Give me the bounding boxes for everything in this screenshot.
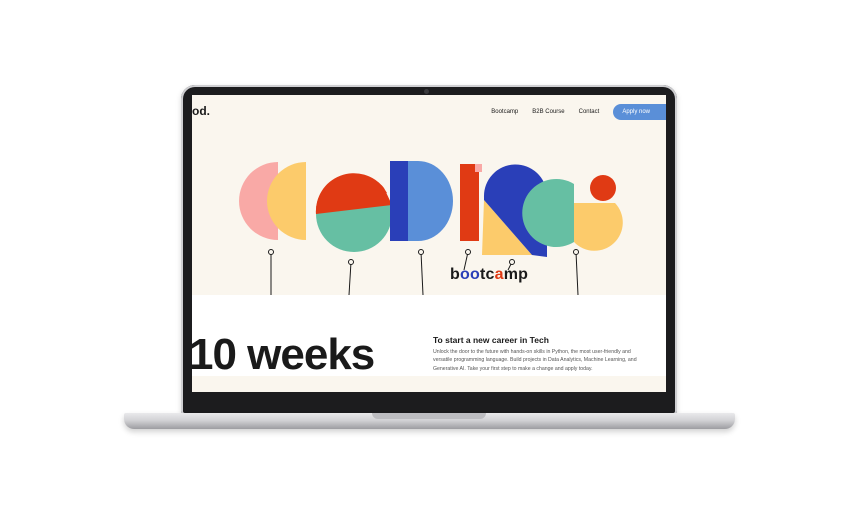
letter-d-fill — [408, 161, 418, 241]
apply-now-button[interactable]: Apply now — [613, 104, 666, 120]
description-text: Unlock the door to the future with hands… — [433, 349, 637, 372]
laptop-notch — [372, 413, 486, 419]
screen-bezel-bottom — [192, 392, 666, 399]
laptop-mockup: bootcamp od. Bootcamp B2B Course Contact… — [0, 0, 858, 528]
letter-g-red-dot — [590, 175, 616, 201]
letter-i-dot — [475, 164, 482, 172]
headline-duration: 10 weeks — [192, 330, 375, 379]
letter-d-bowl — [418, 161, 453, 241]
nav-link-contact[interactable]: Contact — [579, 109, 600, 115]
camera-dot — [424, 89, 429, 94]
intro-section: 10 weeks To start a new career in Tech U… — [192, 295, 666, 399]
site-header: od. Bootcamp B2B Course Contact Apply no… — [192, 95, 666, 129]
bootcamp-wordmark: bootcamp — [450, 266, 529, 283]
letter-g-yellow — [574, 203, 623, 251]
letter-i-stem — [460, 164, 479, 241]
website-screen: bootcamp od. Bootcamp B2B Course Contact… — [192, 95, 666, 399]
tagline: To start a new career in Tech — [433, 335, 549, 345]
site-logo[interactable]: od. — [192, 104, 210, 118]
nav-link-bootcamp[interactable]: Bootcamp — [491, 109, 518, 115]
nav-link-b2b-course[interactable]: B2B Course — [532, 109, 564, 115]
nav-menu: Bootcamp B2B Course Contact Apply now — [491, 104, 666, 120]
